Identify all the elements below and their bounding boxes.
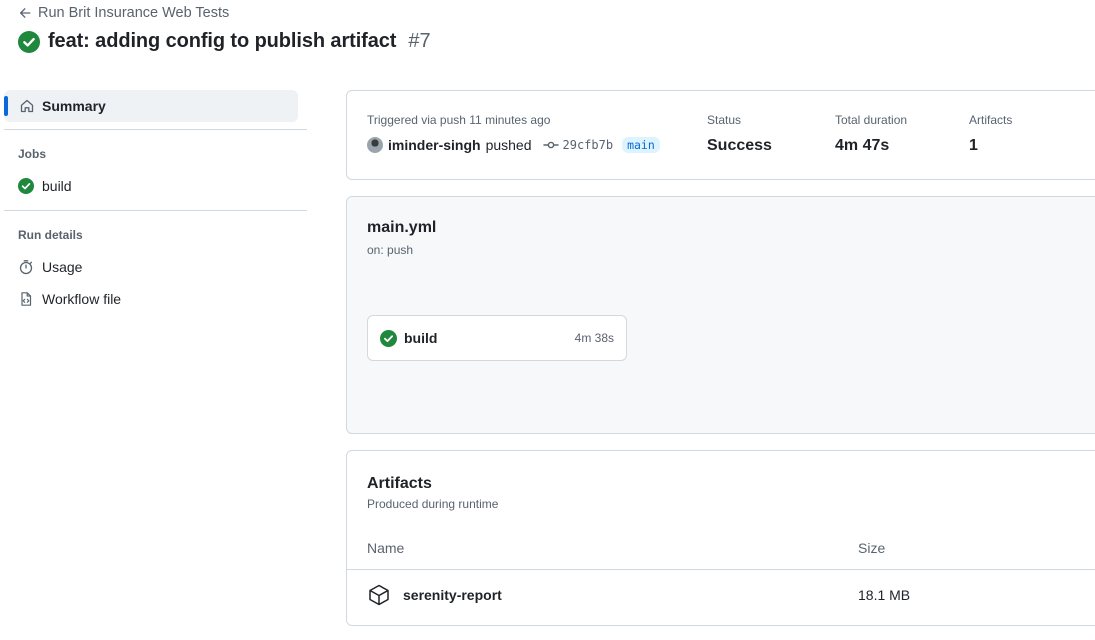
sidebar-divider [4,129,307,130]
job-duration: 4m 38s [574,331,614,345]
success-check-icon [380,330,397,347]
stopwatch-icon [19,260,33,275]
run-number: #7 [408,30,431,52]
column-header-size: Size [858,540,886,556]
column-header-name: Name [367,540,405,556]
sidebar-item-workflow-file[interactable]: Workflow file [18,291,121,307]
package-icon [369,584,389,606]
page-title: feat: adding config to publish artifact [48,30,397,52]
duration-value: 4m 47s [835,137,890,154]
back-link[interactable]: Run Brit Insurance Web Tests [18,4,229,22]
push-verb: pushed [485,137,532,153]
workflow-trigger: on: push [367,243,414,257]
artifacts-count-value: 1 [969,137,978,154]
jobs-heading: Jobs [18,147,47,161]
arrow-left-icon [19,8,31,18]
run-details-heading: Run details [18,228,83,242]
home-icon [20,99,34,113]
artifacts-subtitle: Produced during runtime [367,497,499,511]
status-value: Success [707,137,772,154]
artifact-size: 18.1 MB [858,587,911,603]
status-label: Status [707,113,742,127]
commit-sha: 29cfb7b [562,138,614,152]
back-link-label: Run Brit Insurance Web Tests [38,5,230,21]
sidebar-item-label: build [42,178,72,194]
active-indicator [4,96,8,116]
workflow-graph-card: main.yml on: push build 4m 38s [346,196,1095,434]
page-title-row: feat: adding config to publish artifact … [18,30,431,53]
branch-badge[interactable]: main [622,137,660,153]
trigger-text: Triggered via push 11 minutes ago [367,113,551,127]
sidebar-item-label: Usage [42,259,83,275]
sidebar-item-usage[interactable]: Usage [18,259,82,275]
table-divider [347,569,1095,570]
run-summary-card: Triggered via push 11 minutes ago iminde… [346,90,1095,180]
artifacts-title: Artifacts [367,475,432,492]
sidebar-item-label: Summary [42,98,106,114]
user-link[interactable]: iminder-singh [388,137,481,153]
commit-link[interactable]: 29cfb7b [542,137,614,153]
sidebar-item-label: Workflow file [42,291,122,307]
artifacts-count-label: Artifacts [969,113,1013,127]
sidebar-divider [4,210,307,211]
avatar[interactable] [367,137,383,153]
artifacts-card: Artifacts Produced during runtime Name S… [346,450,1095,626]
success-check-icon [18,30,40,53]
workflow-file-name: main.yml [367,219,437,236]
duration-label: Total duration [835,113,908,127]
git-commit-icon [542,141,559,149]
success-check-icon [18,178,34,194]
job-node-build[interactable]: build 4m 38s [367,315,627,361]
artifact-name-link[interactable]: serenity-report [403,587,502,603]
sidebar-job-build[interactable]: build [18,178,72,194]
sidebar-item-summary[interactable]: Summary [4,90,298,122]
job-name: build [404,330,438,346]
file-code-icon [21,292,32,306]
push-info: iminder-singh pushed 29cfb7b main [367,137,660,153]
